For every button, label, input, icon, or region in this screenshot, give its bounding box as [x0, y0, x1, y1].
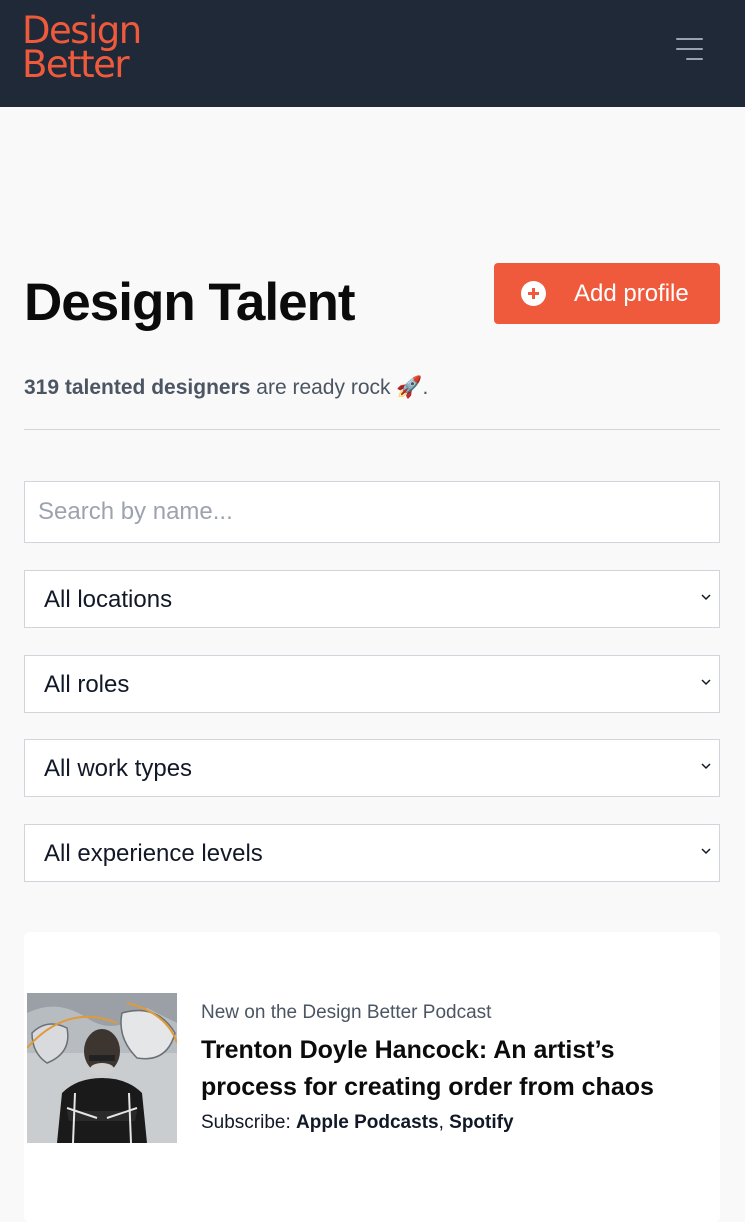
experience-select-value: All experience levels: [44, 840, 263, 867]
page-title: Design Talent: [24, 273, 356, 332]
add-profile-label: Add profile: [574, 280, 689, 307]
add-profile-button[interactable]: Add profile: [494, 263, 720, 324]
subscribe-separator: ,: [438, 1112, 450, 1133]
work-type-select[interactable]: All work types: [24, 739, 720, 797]
podcast-thumbnail[interactable]: [27, 993, 177, 1143]
logo-line-2: Better: [22, 43, 130, 86]
experience-select[interactable]: All experience levels: [24, 824, 720, 882]
search-input[interactable]: [24, 481, 720, 543]
location-select-value: All locations: [44, 586, 173, 613]
chevron-down-icon: [701, 763, 711, 770]
top-navbar: Design Better: [0, 0, 745, 107]
apple-podcasts-link[interactable]: Apple Podcasts: [296, 1112, 439, 1133]
work-type-select-value: All work types: [44, 755, 193, 782]
podcast-eyebrow: New on the Design Better Podcast: [201, 1002, 492, 1023]
hamburger-menu-icon[interactable]: [668, 32, 712, 72]
subtitle-end: .: [422, 376, 429, 399]
chevron-down-icon: [701, 848, 711, 855]
location-select[interactable]: All locations: [24, 570, 720, 628]
talent-count-text: 319 talented designers are ready rock 🚀.: [24, 376, 428, 400]
chevron-down-icon: [701, 594, 711, 601]
designer-count: 319 talented designers: [24, 376, 251, 399]
role-select[interactable]: All roles: [24, 655, 720, 713]
rocket-icon: 🚀: [396, 376, 423, 399]
podcast-card: New on the Design Better Podcast Trenton…: [24, 932, 720, 1222]
spotify-link[interactable]: Spotify: [449, 1112, 513, 1133]
plus-circle-icon: [521, 281, 546, 306]
subscribe-line: Subscribe: Apple Podcasts, Spotify: [201, 1112, 514, 1134]
divider: [24, 429, 720, 430]
chevron-down-icon: [701, 679, 711, 686]
role-select-value: All roles: [44, 671, 130, 698]
subscribe-label: Subscribe:: [201, 1112, 297, 1133]
podcast-headline[interactable]: Trenton Doyle Hancock: An artist’s proce…: [201, 1032, 711, 1106]
design-better-logo[interactable]: Design Better: [22, 12, 142, 86]
subtitle-rest: are ready rock: [250, 376, 397, 399]
